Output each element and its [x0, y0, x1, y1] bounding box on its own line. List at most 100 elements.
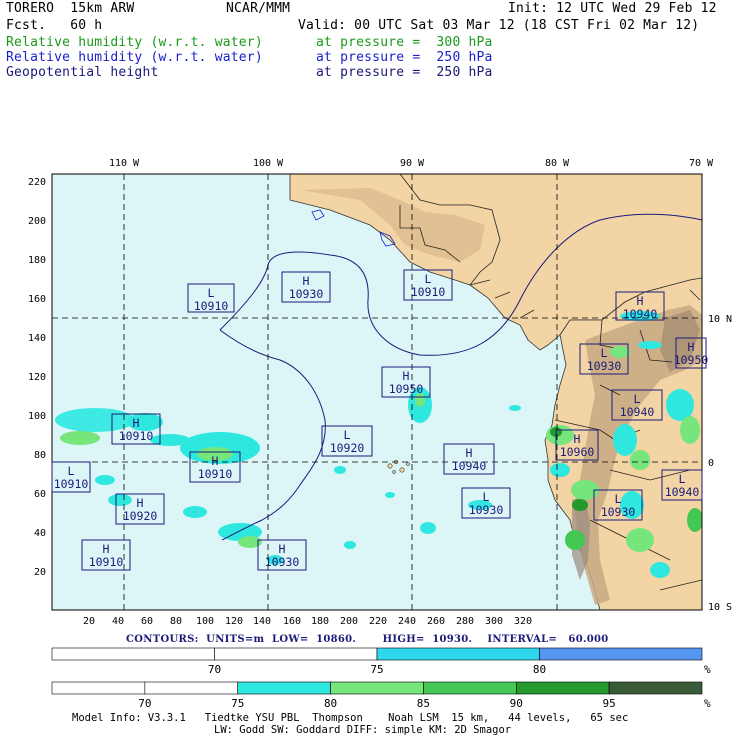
hl-kind: L: [634, 392, 641, 406]
x-tick-label: 20: [83, 616, 95, 627]
galapagos-island-5: [406, 462, 410, 466]
contours-info: CONTOURS: UNITS=m LOW= 10860. HIGH= 1093…: [126, 634, 609, 645]
colorbar-tick-label: 70: [138, 697, 151, 710]
galapagos-island-1: [387, 463, 393, 469]
x-axis: 20 40 60 80 100 120 140 160 180 200 220 …: [83, 616, 532, 627]
y-tick-label: 180: [28, 255, 46, 266]
hl-value: 10960: [560, 445, 595, 459]
weather-map: 110 W 100 W 90 W 80 W 70 W 10 N 0 10 S 2…: [28, 158, 732, 710]
lon-label-70w: 70 W: [689, 158, 714, 169]
lon-label-110w: 110 W: [109, 158, 140, 169]
y-tick-label: 20: [34, 567, 46, 578]
hl-kind: H: [403, 369, 410, 383]
hl-kind: L: [483, 490, 490, 504]
hl-kind: L: [679, 472, 686, 486]
lat-label-0: 0: [708, 458, 714, 469]
colorbar-segment: [608, 681, 703, 695]
colorbar-segment: [539, 647, 703, 661]
colorbar-unit: %: [704, 697, 711, 710]
hl-value: 10910: [89, 555, 124, 569]
hl-kind: H: [637, 294, 644, 308]
colorbar-unit: %: [704, 663, 711, 676]
hl-value: 10930: [265, 555, 300, 569]
colorbar-segment: [330, 681, 424, 695]
x-tick-label: 240: [398, 616, 416, 627]
y-tick-label: 60: [34, 489, 46, 500]
hl-kind: L: [615, 492, 622, 506]
colorbar-segment: [51, 647, 215, 661]
lon-label-100w: 100 W: [253, 158, 284, 169]
x-tick-label: 280: [456, 616, 474, 627]
hl-kind: H: [279, 542, 286, 556]
hl-value: 10930: [601, 505, 636, 519]
hl-value: 10950: [674, 353, 709, 367]
lat-label-10n: 10 N: [708, 314, 732, 325]
lon-label-80w: 80 W: [545, 158, 570, 169]
y-tick-label: 160: [28, 294, 46, 305]
colorbar-tick-label: 75: [370, 663, 383, 676]
hl-kind: L: [601, 346, 608, 360]
model-info-line2: LW: Godd SW: Goddard DIFF: simple KM: 2D…: [214, 724, 512, 736]
hl-value: 10910: [54, 477, 89, 491]
y-tick-label: 200: [28, 216, 46, 227]
hl-value: 10940: [452, 459, 487, 473]
x-tick-label: 60: [141, 616, 153, 627]
x-tick-label: 100: [196, 616, 214, 627]
x-tick-label: 40: [112, 616, 124, 627]
hl-value: 10910: [194, 299, 229, 313]
y-tick-label: 120: [28, 372, 46, 383]
hl-value: 10920: [330, 441, 365, 455]
colorbar-tick-label: 75: [231, 697, 244, 710]
x-tick-label: 80: [170, 616, 182, 627]
colorbar-rh300: 70 75 80%: [51, 647, 711, 676]
lon-label-90w: 90 W: [400, 158, 425, 169]
hl-kind: H: [212, 454, 219, 468]
hl-kind: L: [68, 464, 75, 478]
hl-value: 10940: [623, 307, 658, 321]
colorbar-tick-label: 80: [324, 697, 337, 710]
hl-kind: H: [103, 542, 110, 556]
model-info-line1: Model Info: V3.3.1 Tiedtke YSU PBL Thomp…: [72, 712, 629, 724]
hl-value: 10910: [198, 467, 233, 481]
colorbar-segment: [214, 647, 378, 661]
hl-value: 10950: [389, 382, 424, 396]
y-tick-label: 80: [34, 450, 46, 461]
hl-value: 10930: [587, 359, 622, 373]
hl-value: 10920: [123, 509, 158, 523]
x-tick-label: 120: [225, 616, 243, 627]
x-tick-label: 320: [514, 616, 532, 627]
lat-label-10s: 10 S: [708, 602, 732, 613]
hl-kind: L: [344, 428, 351, 442]
hl-kind: H: [574, 432, 581, 446]
hl-value: 10910: [411, 285, 446, 299]
hl-value: 10930: [469, 503, 504, 517]
colorbar-tick-label: 80: [533, 663, 546, 676]
x-tick-label: 200: [340, 616, 358, 627]
x-tick-label: 160: [283, 616, 301, 627]
y-tick-label: 40: [34, 528, 46, 539]
hl-value: 10940: [620, 405, 655, 419]
hl-kind: H: [688, 340, 695, 354]
colorbar-segment: [51, 681, 146, 695]
x-tick-label: 300: [485, 616, 503, 627]
colorbar-tick-label: 70: [208, 663, 221, 676]
galapagos-island-3: [399, 467, 405, 473]
hl-kind: L: [425, 272, 432, 286]
hl-kind: H: [133, 416, 140, 430]
colorbar-segment: [237, 681, 331, 695]
x-tick-label: 220: [369, 616, 387, 627]
colorbar-tick-label: 90: [510, 697, 523, 710]
colorbar-segment: [144, 681, 239, 695]
y-tick-label: 140: [28, 333, 46, 344]
colorbar-rh250: 70 75 80 85 90 95%: [51, 681, 711, 710]
hl-kind: H: [466, 446, 473, 460]
colorbar-segment: [376, 647, 540, 661]
x-tick-label: 260: [427, 616, 445, 627]
x-tick-label: 140: [253, 616, 271, 627]
colorbar-segment: [515, 681, 610, 695]
hl-kind: H: [303, 274, 310, 288]
y-tick-label: 100: [28, 411, 46, 422]
y-tick-label: 220: [28, 177, 46, 188]
colorbar-tick-label: 95: [603, 697, 616, 710]
hl-kind: L: [208, 286, 215, 300]
